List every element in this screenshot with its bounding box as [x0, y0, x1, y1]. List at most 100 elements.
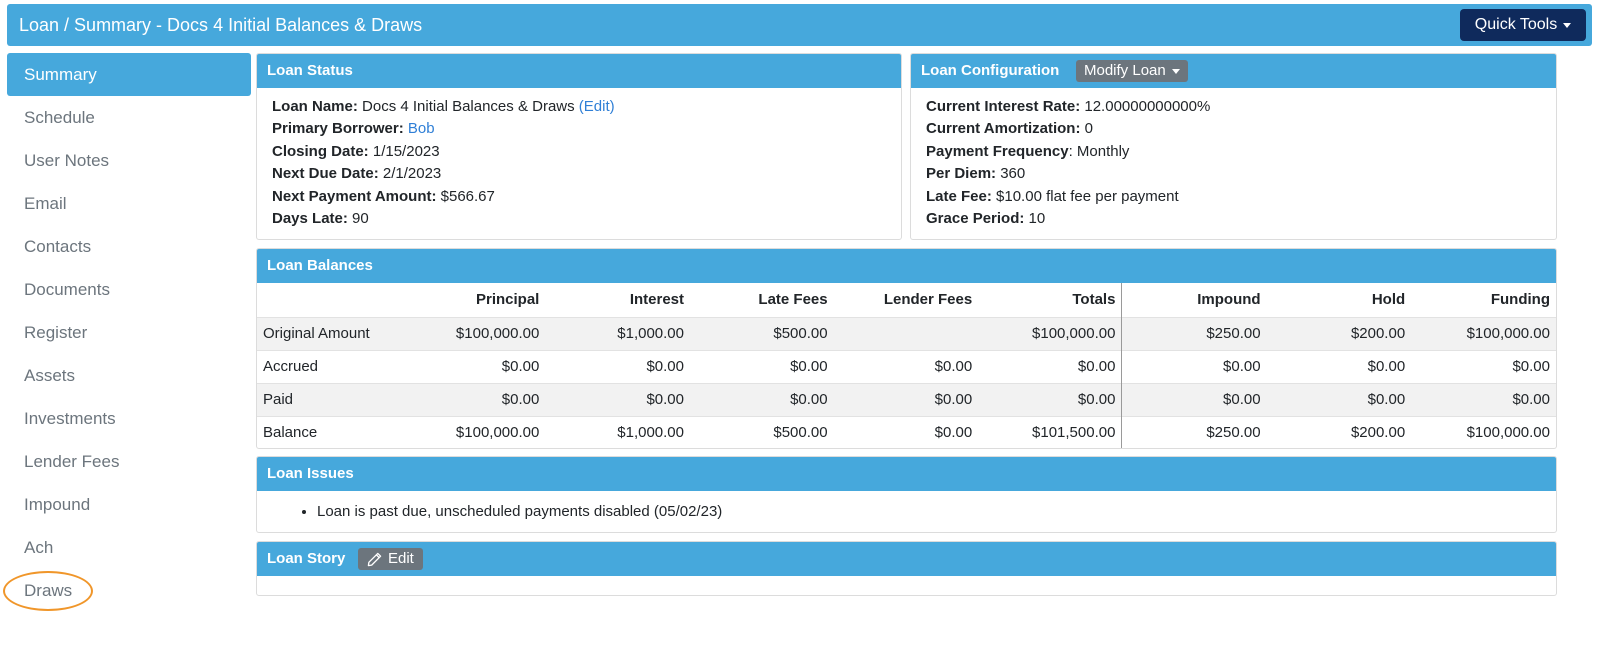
primary-borrower-link[interactable]: Bob	[408, 120, 435, 137]
grace-period-row: Grace Period: 10	[926, 208, 1541, 230]
edit-story-label: Edit	[388, 550, 414, 567]
table-cell: $0.00	[978, 382, 1123, 416]
table-cell: $100,000.00	[411, 316, 546, 350]
grace-period-value: 10	[1028, 209, 1046, 227]
closing-date-row: Closing Date: 1/15/2023	[272, 141, 886, 163]
loan-name-value: Docs 4 Initial Balances & Draws	[362, 98, 575, 115]
table-cell: $0.00	[411, 349, 546, 383]
table-cell: $0.00	[690, 349, 834, 383]
table-cell: $250.00	[1121, 415, 1267, 448]
per-diem-value: 360	[1000, 165, 1026, 183]
sidebar-item-contacts[interactable]: Contacts	[7, 225, 251, 268]
loan-name-label: Loan Name:	[272, 98, 358, 115]
payment-frequency-label: Payment Frequency	[926, 142, 1069, 160]
sidebar-item-label: Contacts	[24, 237, 92, 256]
late-fee-row: Late Fee: $10.00 flat fee per payment	[926, 186, 1541, 208]
table-cell: $200.00	[1266, 316, 1412, 350]
loan-balances-header: Loan Balances	[257, 249, 1556, 283]
loan-balances-panel: Loan Balances Principal Interest Late Fe…	[256, 248, 1557, 449]
table-row: Accrued $0.00 $0.00 $0.00 $0.00 $0.00 $0…	[257, 349, 1556, 383]
list-item: Loan is past due, unscheduled payments d…	[317, 501, 1541, 523]
late-fee-value: $10.00 flat fee per payment	[996, 187, 1179, 205]
table-cell: $0.00	[1266, 382, 1412, 416]
column-header: Principal	[475, 291, 540, 309]
issues-list: Loan is past due, unscheduled payments d…	[317, 501, 1541, 523]
loan-story-panel: Loan Story Edit	[256, 541, 1557, 596]
next-payment-row: Next Payment Amount: $566.67	[272, 186, 886, 208]
interest-rate-label: Current Interest Rate:	[926, 98, 1081, 115]
table-cell: $0.00	[690, 382, 834, 416]
edit-story-button[interactable]: Edit	[358, 548, 423, 570]
sidebar-item-investments[interactable]: Investments	[7, 397, 251, 440]
sidebar-item-email[interactable]: Email	[7, 182, 251, 225]
table-cell: $100,000.00	[1411, 316, 1556, 350]
edit-loan-name-link[interactable]: (Edit)	[579, 98, 615, 115]
primary-borrower-label: Primary Borrower:	[272, 120, 404, 138]
loan-configuration-title: Loan Configuration	[921, 62, 1060, 79]
sidebar-item-lender-fees[interactable]: Lender Fees	[7, 440, 251, 483]
table-cell: $0.00	[1121, 349, 1267, 383]
quick-tools-label: Quick Tools	[1474, 16, 1558, 33]
next-payment-label: Next Payment Amount:	[272, 187, 437, 205]
table-cell: Original Amount	[257, 316, 412, 350]
table-cell: $1,000.00	[545, 316, 690, 350]
sidebar-item-label: Impound	[24, 495, 91, 514]
table-cell: $100,000.00	[978, 316, 1123, 350]
amortization-value: 0	[1084, 120, 1093, 138]
sidebar-item-assets[interactable]: Assets	[7, 354, 251, 397]
caret-down-icon	[1563, 22, 1572, 28]
column-header: Lender Fees	[883, 291, 973, 309]
modify-loan-button[interactable]: Modify Loan	[1076, 60, 1188, 82]
sidebar-item-register[interactable]: Register	[7, 311, 251, 354]
next-payment-value: $566.67	[440, 187, 495, 205]
sidebar-item-label: Email	[24, 194, 67, 213]
sidebar-item-label: User Notes	[24, 151, 110, 170]
table-cell: $0.00	[1121, 382, 1267, 416]
column-header: Hold	[1371, 291, 1406, 309]
grace-period-label: Grace Period:	[926, 209, 1025, 227]
next-due-date-label: Next Due Date:	[272, 165, 379, 183]
table-cell: $0.00	[1411, 382, 1556, 416]
table-cell: $500.00	[690, 316, 834, 350]
sidebar-nav: Summary Schedule User Notes Email Contac…	[3, 53, 251, 612]
sidebar-item-label: Register	[24, 323, 88, 342]
quick-tools-button[interactable]: Quick Tools	[1460, 9, 1586, 41]
table-cell: $1,000.00	[545, 415, 690, 448]
sidebar-item-label: Draws	[24, 581, 73, 600]
sidebar-item-schedule[interactable]: Schedule	[7, 96, 251, 139]
sidebar-item-label: Assets	[24, 366, 76, 385]
table-cell: $200.00	[1266, 415, 1412, 448]
column-header: Totals	[978, 283, 1123, 317]
closing-date-value: 1/15/2023	[372, 142, 440, 160]
sidebar-item-summary[interactable]: Summary	[7, 53, 251, 96]
loan-status-header: Loan Status	[257, 54, 901, 88]
sidebar-item-impound[interactable]: Impound	[7, 483, 251, 526]
table-cell: $0.00	[545, 382, 690, 416]
sidebar-item-label: Ach	[24, 538, 54, 557]
sidebar-item-user-notes[interactable]: User Notes	[7, 139, 251, 182]
days-late-label: Days Late:	[272, 209, 348, 227]
table-cell: $0.00	[978, 349, 1123, 383]
interest-rate-value: 12.00000000000%	[1084, 98, 1211, 115]
amortization-row: Current Amortization: 0	[926, 118, 1541, 140]
next-due-date-row: Next Due Date: 2/1/2023	[272, 163, 886, 185]
loan-issues-panel: Loan Issues Loan is past due, unschedule…	[256, 456, 1557, 533]
loan-name-row: Loan Name: Docs 4 Initial Balances & Dra…	[272, 96, 886, 118]
sidebar-item-documents[interactable]: Documents	[7, 268, 251, 311]
table-row: Original Amount $100,000.00 $1,000.00 $5…	[257, 316, 1556, 350]
sidebar-item-label: Investments	[24, 409, 116, 428]
table-cell: $0.00	[833, 349, 979, 383]
column-header: Interest	[629, 291, 684, 309]
balances-table: Principal Interest Late Fees Lender Fees…	[257, 283, 1556, 448]
amortization-label: Current Amortization:	[926, 120, 1081, 138]
sidebar-item-draws[interactable]: Draws	[3, 569, 251, 612]
sidebar-item-ach[interactable]: Ach	[7, 526, 251, 569]
table-cell: $100,000.00	[1411, 415, 1556, 448]
late-fee-label: Late Fee:	[926, 187, 992, 205]
payment-frequency-value: : Monthly	[1068, 142, 1130, 160]
column-header: Late Fees	[758, 291, 828, 309]
column-header: Funding	[1490, 291, 1550, 309]
table-cell: $500.00	[690, 415, 834, 448]
page-title: Loan / Summary - Docs 4 Initial Balances…	[19, 15, 423, 35]
table-cell: $0.00	[1266, 349, 1412, 383]
